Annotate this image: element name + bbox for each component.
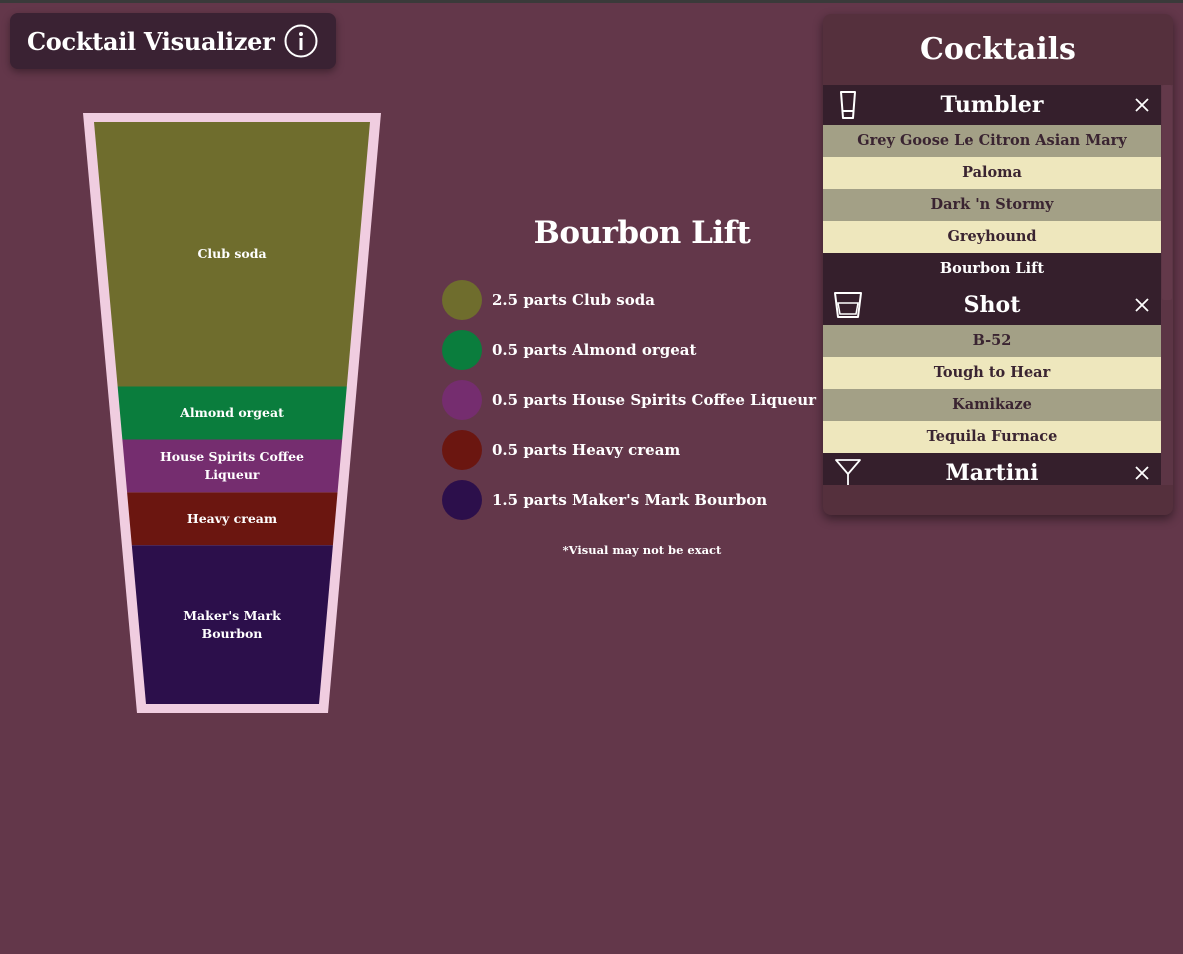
disclaimer: *Visual may not be exact	[562, 543, 722, 557]
tumbler-glass-icon	[840, 91, 856, 119]
app-header: Cocktail Visualizer	[10, 13, 337, 69]
color-swatch	[442, 330, 482, 370]
glass-visualization: Club soda Almond orgeat House Spirits Coff…	[83, 113, 381, 713]
panel-title: Cocktails	[823, 14, 1173, 86]
close-icon[interactable]	[1133, 96, 1151, 114]
ingredient-list: 2.5 parts Club soda 0.5 parts Almond org…	[442, 280, 816, 530]
ingredient-item: 0.5 parts House Spirits Coffee Liqueur	[442, 380, 816, 420]
color-swatch	[442, 380, 482, 420]
ingredient-item: 1.5 parts Maker's Mark Bourbon	[442, 480, 816, 520]
close-icon[interactable]	[1133, 464, 1151, 482]
layer-label: Almond orgeat	[180, 405, 284, 420]
group-name: Tumbler	[940, 92, 1044, 118]
ingredient-item: 0.5 parts Almond orgeat	[442, 330, 816, 370]
close-icon[interactable]	[1133, 296, 1151, 314]
layer-label: Maker's Mark Bourbon	[183, 607, 281, 641]
color-swatch	[442, 480, 482, 520]
cocktail-list[interactable]: Tumbler Grey Goose Le Citron Asian Mary …	[823, 85, 1161, 485]
drink-item[interactable]: Dark 'n Stormy	[823, 189, 1161, 221]
group-name: Shot	[963, 292, 1021, 318]
drink-item[interactable]: Greyhound	[823, 221, 1161, 253]
layer-label: Heavy cream	[186, 510, 278, 526]
ingredient-item: 2.5 parts Club soda	[442, 280, 816, 320]
color-swatch	[442, 430, 482, 470]
cocktail-panel: Cocktails Tumbler Grey Goose Le Citron A…	[823, 14, 1173, 515]
group-header-tumbler[interactable]: Tumbler	[823, 85, 1161, 125]
recipe-title: Bourbon Lift	[533, 215, 751, 251]
drink-item[interactable]: B-52	[823, 325, 1161, 357]
drink-item[interactable]: Grey Goose Le Citron Asian Mary	[823, 125, 1161, 157]
drink-item[interactable]: Paloma	[823, 157, 1161, 189]
drink-item[interactable]: Tequila Furnace	[823, 421, 1161, 453]
ingredient-item: 0.5 parts Heavy cream	[442, 430, 816, 470]
layer-label: Club soda	[197, 246, 267, 262]
ingredient-text: 0.5 parts Heavy cream	[492, 441, 681, 459]
drink-item-selected[interactable]: Bourbon Lift	[823, 253, 1161, 285]
ingredient-text: 0.5 parts House Spirits Coffee Liqueur	[492, 391, 817, 409]
shot-glass-icon	[834, 292, 862, 318]
martini-glass-icon	[835, 459, 861, 485]
color-swatch	[442, 280, 482, 320]
info-circle-icon[interactable]	[284, 24, 318, 58]
ingredient-text: 2.5 parts Club soda	[492, 291, 655, 309]
drink-item[interactable]: Kamikaze	[823, 389, 1161, 421]
layer-label: House Spirits Coffee Liqueur	[159, 448, 305, 482]
drink-item[interactable]: Tough to Hear	[823, 357, 1161, 389]
app-title: Cocktail Visualizer	[27, 26, 275, 56]
group-name: Martini	[945, 460, 1039, 485]
ingredient-text: 0.5 parts Almond orgeat	[492, 341, 697, 359]
group-header-shot[interactable]: Shot	[823, 285, 1161, 325]
scrollbar-thumb[interactable]	[1162, 85, 1172, 300]
scrollbar[interactable]	[1161, 85, 1173, 485]
group-header-martini[interactable]: Martini	[823, 453, 1161, 485]
ingredient-text: 1.5 parts Maker's Mark Bourbon	[492, 491, 768, 509]
